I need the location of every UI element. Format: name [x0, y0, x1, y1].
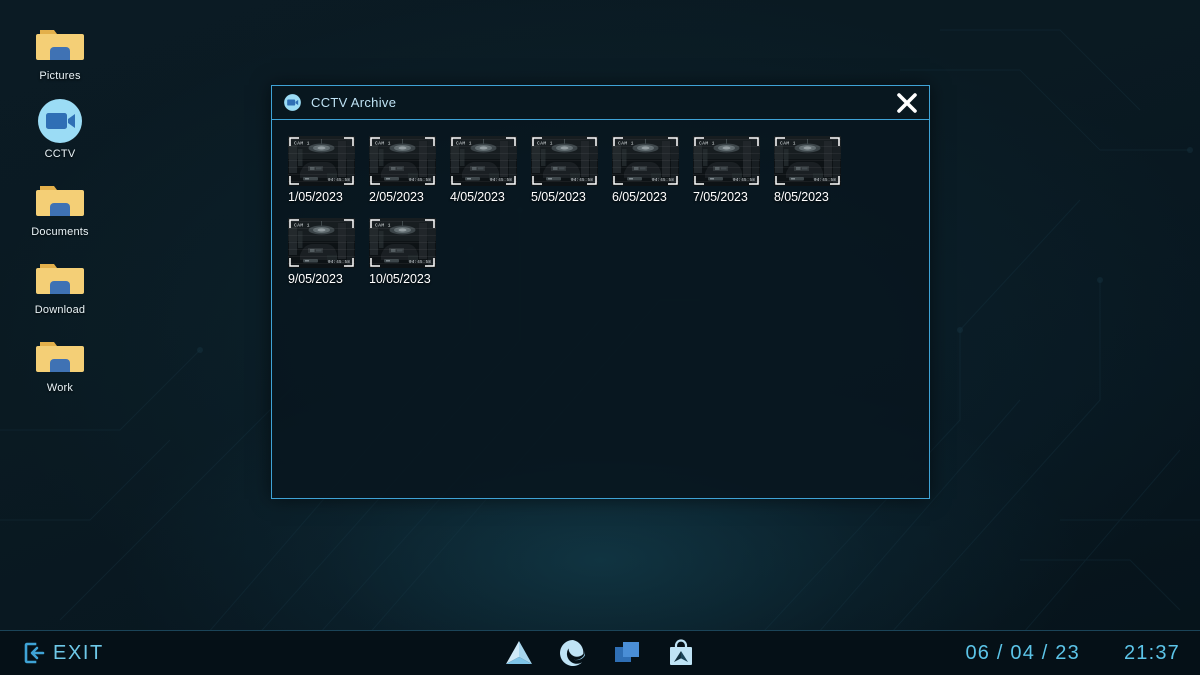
cctv-thumbnail: CAM 1 04:45:58 [369, 136, 436, 186]
archive-item[interactable]: CAM 1 04:45:58 10/05/2023 [369, 218, 436, 286]
cctv-thumbnail: CAM 1 04:45:58 [774, 136, 841, 186]
svg-text:04:45:58: 04:45:58 [328, 178, 350, 183]
browser-swirl-icon [560, 640, 585, 666]
archive-item[interactable]: CAM 1 04:45:58 8/05/2023 [774, 136, 841, 204]
archive-item[interactable]: CAM 1 04:45:58 9/05/2023 [288, 218, 355, 286]
folder-icon [36, 342, 84, 372]
close-icon [897, 92, 917, 113]
desktop: Pictures CCTV Documents Download Work CC… [0, 0, 1200, 675]
svg-text:CAM 1: CAM 1 [294, 141, 310, 147]
svg-text:04:45:58: 04:45:58 [409, 260, 431, 265]
svg-text:04:45:58: 04:45:58 [409, 178, 431, 183]
taskbar-app-store[interactable] [666, 638, 696, 668]
archive-item[interactable]: CAM 1 04:45:58 4/05/2023 [450, 136, 517, 204]
cctv-thumbnail: CAM 1 04:45:58 [693, 136, 760, 186]
desktop-icon-pictures[interactable]: Pictures [0, 18, 120, 96]
archive-item-date: 10/05/2023 [369, 272, 431, 286]
task-view-icon [615, 642, 639, 662]
cctv-thumbnail: CAM 1 04:45:58 [369, 218, 436, 268]
window-title: CCTV Archive [311, 95, 397, 110]
cctv-thumbnail: CAM 1 04:45:58 [288, 136, 355, 186]
svg-text:CAM 1: CAM 1 [618, 141, 634, 147]
video-camera-icon [38, 99, 82, 143]
desktop-icon-label: Download [34, 304, 86, 316]
taskbar-time[interactable]: 21:37 [1124, 642, 1180, 665]
archive-item[interactable]: CAM 1 04:45:58 2/05/2023 [369, 136, 436, 204]
desktop-icon-cctv[interactable]: CCTV [0, 96, 120, 174]
cctv-archive-window: CCTV Archive CAM 1 04:45:58 1/05/2023 CAM 1… [271, 85, 930, 499]
folder-icon [36, 264, 84, 294]
svg-text:04:45:58: 04:45:58 [571, 178, 593, 183]
svg-text:04:45:58: 04:45:58 [814, 178, 836, 183]
taskbar-app-task-view[interactable] [612, 638, 642, 668]
archive-item-date: 6/05/2023 [612, 190, 667, 204]
taskbar-date[interactable]: 06 / 04 / 23 [965, 642, 1079, 665]
desktop-icon-documents[interactable]: Documents [0, 174, 120, 252]
svg-text:CAM 1: CAM 1 [294, 223, 310, 229]
window-body: CAM 1 04:45:58 1/05/2023 CAM 1 04:45:58 2/05/… [272, 120, 929, 498]
archive-item-date: 4/05/2023 [450, 190, 505, 204]
desktop-icon-list: Pictures CCTV Documents Download Work [0, 18, 120, 408]
svg-text:CAM 1: CAM 1 [375, 223, 391, 229]
taskbar-clock-area: 06 / 04 / 23 21:37 [965, 642, 1180, 665]
video-camera-icon [284, 94, 301, 111]
store-bag-icon [670, 639, 692, 665]
svg-text:CAM 1: CAM 1 [780, 141, 796, 147]
desktop-icon-download[interactable]: Download [0, 252, 120, 330]
svg-text:04:45:58: 04:45:58 [490, 178, 512, 183]
archive-item-date: 8/05/2023 [774, 190, 829, 204]
archive-item-date: 5/05/2023 [531, 190, 586, 204]
desktop-icon-label: Pictures [39, 70, 81, 82]
cctv-thumbnail: CAM 1 04:45:58 [450, 136, 517, 186]
desktop-icon-label: Documents [31, 226, 89, 238]
archive-item-date: 2/05/2023 [369, 190, 424, 204]
folder-icon [36, 30, 84, 60]
archive-thumbnail-grid: CAM 1 04:45:58 1/05/2023 CAM 1 04:45:58 2/05/… [288, 136, 915, 286]
desktop-icon-label: CCTV [44, 148, 76, 160]
svg-text:04:45:58: 04:45:58 [652, 178, 674, 183]
svg-text:04:45:58: 04:45:58 [328, 260, 350, 265]
archive-item-date: 7/05/2023 [693, 190, 748, 204]
archive-item-date: 9/05/2023 [288, 272, 343, 286]
svg-text:CAM 1: CAM 1 [537, 141, 553, 147]
archive-item[interactable]: CAM 1 04:45:58 7/05/2023 [693, 136, 760, 204]
archive-item[interactable]: CAM 1 04:45:58 5/05/2023 [531, 136, 598, 204]
svg-text:CAM 1: CAM 1 [375, 141, 391, 147]
svg-text:04:45:58: 04:45:58 [733, 178, 755, 183]
pyramid-app-icon [506, 641, 532, 664]
desktop-icon-label: Work [46, 382, 74, 394]
desktop-icon-work[interactable]: Work [0, 330, 120, 408]
taskbar: EXIT 06 / 04 / 23 21:37 [0, 630, 1200, 675]
taskbar-app-browser[interactable] [558, 638, 588, 668]
cctv-thumbnail: CAM 1 04:45:58 [531, 136, 598, 186]
svg-text:CAM 1: CAM 1 [699, 141, 715, 147]
svg-text:CAM 1: CAM 1 [456, 141, 472, 147]
archive-item[interactable]: CAM 1 04:45:58 6/05/2023 [612, 136, 679, 204]
cctv-thumbnail: CAM 1 04:45:58 [288, 218, 355, 268]
window-titlebar[interactable]: CCTV Archive [272, 86, 929, 120]
close-button[interactable] [893, 89, 921, 117]
folder-icon [36, 186, 84, 216]
taskbar-app-pyramid[interactable] [504, 638, 534, 668]
archive-item[interactable]: CAM 1 04:45:58 1/05/2023 [288, 136, 355, 204]
cctv-thumbnail: CAM 1 04:45:58 [612, 136, 679, 186]
archive-item-date: 1/05/2023 [288, 190, 343, 204]
